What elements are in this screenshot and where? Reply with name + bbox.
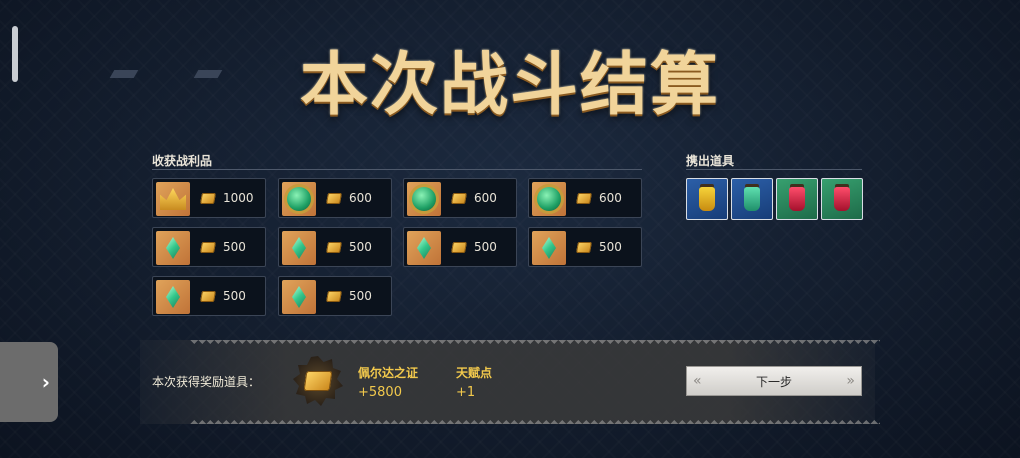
next-step-button[interactable]: « 下一步 » xyxy=(686,366,862,396)
title-ornament-left xyxy=(109,70,139,78)
loot-item[interactable]: 500 xyxy=(403,227,517,267)
chevron-left-icon: « xyxy=(693,373,702,389)
coin-icon xyxy=(200,193,216,204)
green-potion-icon xyxy=(744,187,760,211)
green-crystal-icon xyxy=(156,280,190,314)
coin-icon xyxy=(451,242,467,253)
drop-item[interactable] xyxy=(821,178,863,220)
loot-item[interactable]: 500 xyxy=(152,276,266,316)
loot-item[interactable]: 600 xyxy=(278,178,392,218)
loot-item[interactable]: 500 xyxy=(528,227,642,267)
loot-divider xyxy=(152,169,642,170)
drops-heading: 携出道具 xyxy=(686,154,735,168)
currency-value: +5800 xyxy=(358,385,402,400)
red-potion-icon xyxy=(834,187,850,211)
side-expand-tab[interactable]: › xyxy=(0,342,58,422)
loot-amount: 1000 xyxy=(223,191,254,205)
emerald-medallion-icon xyxy=(407,182,441,216)
green-crystal-icon xyxy=(532,231,566,265)
coin-icon xyxy=(576,193,592,204)
coin-icon xyxy=(326,291,342,302)
yellow-potion-icon xyxy=(699,187,715,211)
coin-icon xyxy=(200,242,216,253)
drops-divider xyxy=(686,169,862,170)
red-potion-icon xyxy=(789,187,805,211)
loot-amount: 500 xyxy=(599,240,622,254)
chevron-right-icon: » xyxy=(846,373,855,389)
loot-amount: 500 xyxy=(223,289,246,303)
reward-border-bottom xyxy=(190,416,880,424)
green-crystal-icon xyxy=(282,280,316,314)
talent-value: +1 xyxy=(456,385,476,400)
crown-icon xyxy=(156,182,190,216)
scroll-indicator[interactable] xyxy=(12,26,18,82)
green-crystal-icon xyxy=(407,231,441,265)
emerald-medallion-icon xyxy=(532,182,566,216)
loot-amount: 600 xyxy=(349,191,372,205)
drop-item[interactable] xyxy=(731,178,773,220)
reward-border-top xyxy=(190,340,880,348)
loot-item[interactable]: 600 xyxy=(528,178,642,218)
loot-item[interactable]: 600 xyxy=(403,178,517,218)
loot-item[interactable]: 500 xyxy=(278,276,392,316)
loot-amount: 500 xyxy=(474,240,497,254)
green-crystal-icon xyxy=(282,231,316,265)
coin-icon xyxy=(326,193,342,204)
drop-item[interactable] xyxy=(686,178,728,220)
coin-icon xyxy=(451,193,467,204)
page-title: 本次战斗结算 xyxy=(300,45,721,125)
loot-amount: 500 xyxy=(349,240,372,254)
currency-name: 佩尔达之证 xyxy=(358,366,419,380)
loot-item[interactable]: 500 xyxy=(278,227,392,267)
coin-icon xyxy=(200,291,216,302)
chevron-right-icon: › xyxy=(41,370,50,394)
loot-amount: 600 xyxy=(474,191,497,205)
title-ornament-left-2 xyxy=(193,70,223,78)
green-crystal-icon xyxy=(156,231,190,265)
emerald-medallion-icon xyxy=(282,182,316,216)
talent-name: 天赋点 xyxy=(456,366,493,380)
loot-amount: 600 xyxy=(599,191,622,205)
loot-amount: 500 xyxy=(223,240,246,254)
loot-amount: 500 xyxy=(349,289,372,303)
loot-item[interactable]: 500 xyxy=(152,227,266,267)
reward-label: 本次获得奖励道具： xyxy=(152,375,261,389)
coin-icon xyxy=(576,242,592,253)
coin-icon xyxy=(326,242,342,253)
next-step-label: 下一步 xyxy=(755,374,792,389)
loot-heading: 收获战利品 xyxy=(152,154,213,168)
drop-item[interactable] xyxy=(776,178,818,220)
loot-item[interactable]: 1000 xyxy=(152,178,266,218)
